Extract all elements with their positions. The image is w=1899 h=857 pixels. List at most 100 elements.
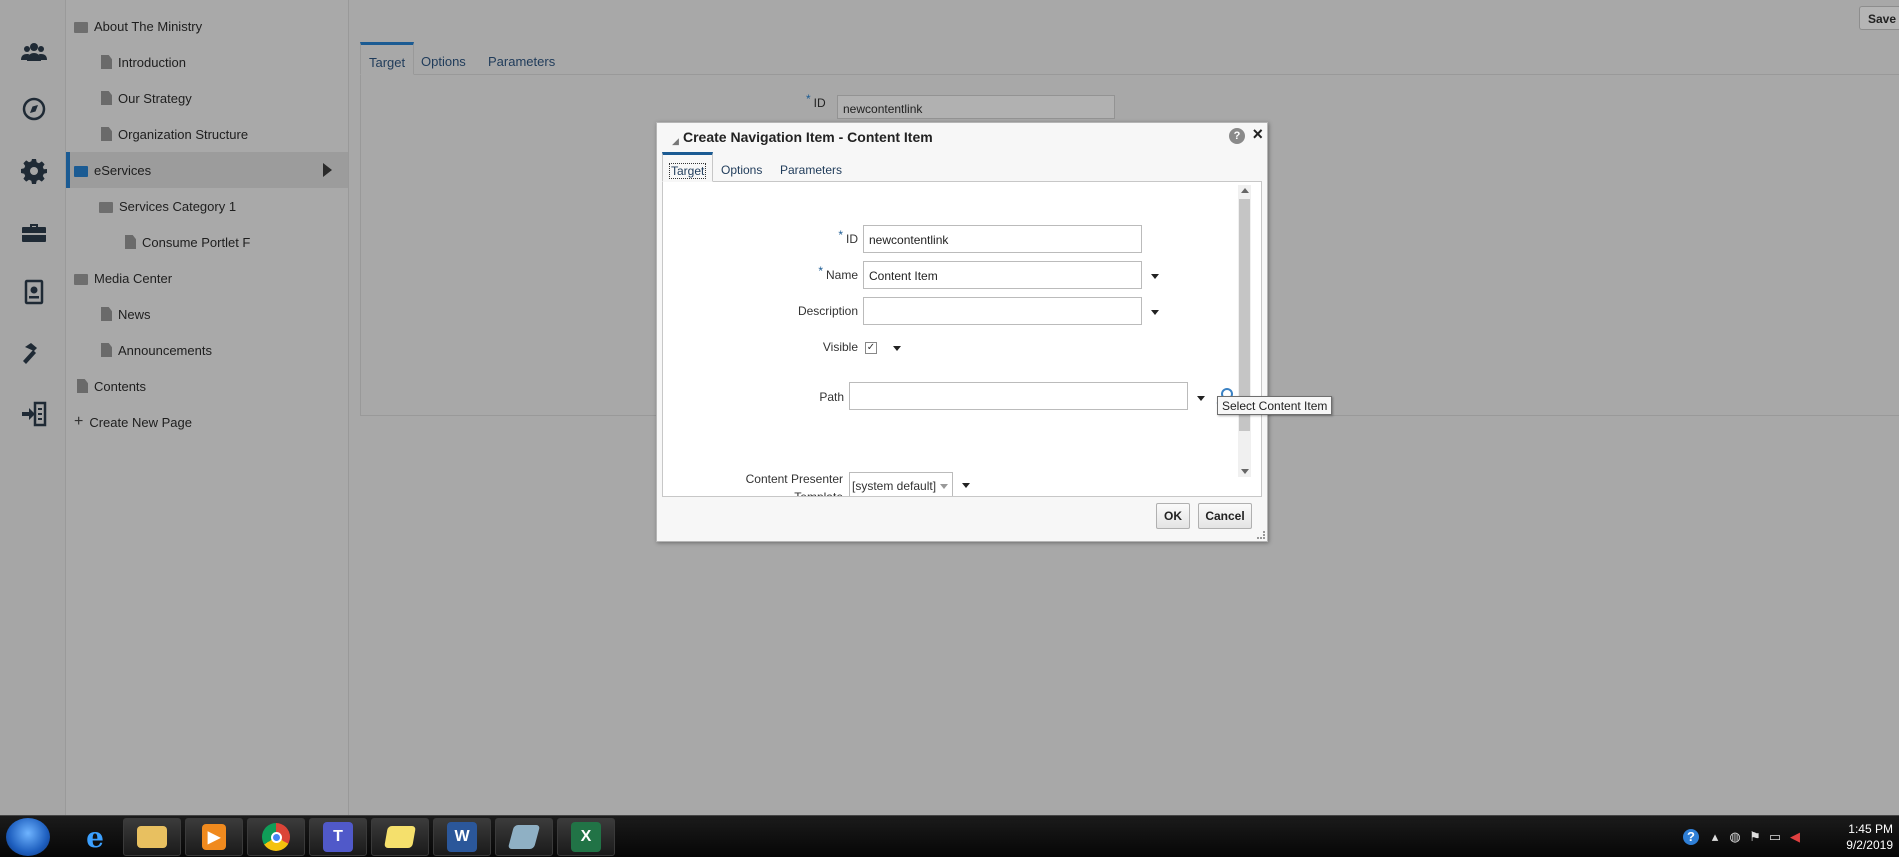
tree-item-eservices[interactable]: eServices xyxy=(66,152,348,188)
dialog-form: * ID newcontentlink * Name Content Item De… xyxy=(662,182,1262,497)
tree-item-label: Announcements xyxy=(118,342,212,358)
tree-item-about-the-ministry[interactable]: About The Ministry xyxy=(66,8,348,44)
content-presenter-template-label: Content Presenter Template xyxy=(745,472,843,497)
folder-icon xyxy=(74,165,88,177)
folder-icon xyxy=(99,201,113,213)
network-globe-icon[interactable]: ◍ xyxy=(1727,829,1743,845)
expand-arrow-icon[interactable] xyxy=(323,163,332,177)
id-label: * ID xyxy=(838,228,858,246)
scroll-down-icon[interactable] xyxy=(1241,469,1249,474)
tree-item-label: Our Strategy xyxy=(118,90,192,106)
name-field[interactable]: Content Item xyxy=(863,261,1142,289)
template-select[interactable]: [system default] xyxy=(849,472,953,496)
tree-item-our-strategy[interactable]: Our Strategy xyxy=(66,80,348,116)
path-options-dropdown-icon[interactable] xyxy=(1197,396,1205,401)
report-icon[interactable] xyxy=(20,278,48,306)
display-icon[interactable]: ▭ xyxy=(1767,829,1783,845)
help-tray-icon[interactable]: ? xyxy=(1683,829,1699,845)
file-explorer-icon[interactable] xyxy=(123,818,181,856)
resize-handle-icon[interactable] xyxy=(1257,531,1265,539)
gear-icon[interactable] xyxy=(20,157,48,185)
tree-item-announcements[interactable]: Announcements xyxy=(66,332,348,368)
system-tray: ? ▴ ◍ ⚑ ▭ ◀ 1:45 PM 9/2/2019 xyxy=(1669,816,1899,857)
tree-item-media-center[interactable]: Media Center xyxy=(66,260,348,296)
tree-item-news[interactable]: News xyxy=(66,296,348,332)
icon-rail xyxy=(0,0,66,815)
volume-muted-icon[interactable]: ◀ xyxy=(1787,829,1803,845)
name-label: * Name xyxy=(818,264,858,282)
excel-icon[interactable]: X xyxy=(557,818,615,856)
pen-tablet-icon[interactable] xyxy=(495,818,553,856)
page-icon xyxy=(101,127,112,141)
tree-item-introduction[interactable]: Introduction xyxy=(66,44,348,80)
path-field[interactable] xyxy=(849,382,1188,410)
dialog-tab-parameters[interactable]: Parameters xyxy=(774,152,848,182)
tree-item-organization-structure[interactable]: Organization Structure xyxy=(66,116,348,152)
hammer-icon[interactable] xyxy=(20,340,48,368)
scroll-up-icon[interactable] xyxy=(1241,188,1249,193)
tooltip: Select Content Item xyxy=(1217,396,1333,415)
tree-item-contents[interactable]: Contents xyxy=(66,368,348,404)
name-options-dropdown-icon[interactable] xyxy=(1151,274,1159,279)
word-icon[interactable]: W xyxy=(433,818,491,856)
dialog-tabs: Target Options Parameters xyxy=(662,152,1262,182)
tab-target[interactable]: Target xyxy=(360,42,415,75)
start-button[interactable] xyxy=(6,818,50,856)
people-icon[interactable] xyxy=(20,38,48,66)
compass-icon[interactable] xyxy=(20,95,48,123)
close-icon[interactable]: × xyxy=(1252,124,1263,144)
folder-icon xyxy=(74,21,88,33)
create-new-page-link[interactable]: + Create New Page xyxy=(66,404,348,440)
teams-icon[interactable]: T xyxy=(309,818,367,856)
show-hidden-icons-icon[interactable]: ▴ xyxy=(1707,829,1723,845)
save-button[interactable]: Save xyxy=(1859,6,1899,30)
id-field[interactable]: newcontentlink xyxy=(837,95,1115,119)
dialog-tab-target[interactable]: Target xyxy=(662,152,714,182)
path-label: Path xyxy=(819,390,844,404)
toolbox-icon[interactable] xyxy=(20,218,48,246)
tree-item-label: Introduction xyxy=(118,54,186,70)
template-options-dropdown-icon[interactable] xyxy=(962,483,970,488)
tab-options[interactable]: Options xyxy=(413,42,474,75)
description-label: Description xyxy=(797,304,858,318)
id-field[interactable]: newcontentlink xyxy=(863,225,1142,253)
drag-handle-icon[interactable]: ◢ xyxy=(672,136,679,147)
page-icon xyxy=(77,379,88,393)
cancel-button[interactable]: Cancel xyxy=(1198,503,1252,529)
dialog-tab-options[interactable]: Options xyxy=(715,152,768,182)
description-field[interactable] xyxy=(863,297,1142,325)
visible-options-dropdown-icon[interactable] xyxy=(893,346,901,351)
dialog-scrollbar[interactable] xyxy=(1238,185,1251,477)
ok-button[interactable]: OK xyxy=(1156,503,1190,529)
navigation-tree: About The Ministry Introduction Our Stra… xyxy=(66,0,349,815)
page-icon xyxy=(125,235,136,249)
folder-icon xyxy=(74,273,88,285)
tab-parameters[interactable]: Parameters xyxy=(480,42,563,75)
clock-date: 9/2/2019 xyxy=(1846,838,1893,852)
tree-item-label: Contents xyxy=(94,378,147,394)
clock[interactable]: 1:45 PM 9/2/2019 xyxy=(1846,821,1893,853)
plus-icon: + xyxy=(74,413,84,430)
clock-time: 1:45 PM xyxy=(1848,822,1893,836)
exit-panel-icon[interactable] xyxy=(20,400,48,428)
tree-item-label: About The Ministry xyxy=(94,18,203,34)
id-label: * ID xyxy=(806,92,826,110)
help-icon[interactable]: ? xyxy=(1229,128,1245,144)
action-center-flag-icon[interactable]: ⚑ xyxy=(1747,829,1763,845)
tree-item-label: Services Category 1 xyxy=(119,198,237,214)
sticky-notes-icon[interactable] xyxy=(371,818,429,856)
create-navigation-item-dialog: ◢ Create Navigation Item - Content Item … xyxy=(656,122,1268,542)
visible-checkbox[interactable]: ✓ xyxy=(865,342,877,354)
tree-item-services-category-1[interactable]: Services Category 1 xyxy=(66,188,348,224)
chevron-down-icon xyxy=(940,484,948,489)
tree-item-consume-portlet[interactable]: Consume Portlet F xyxy=(66,224,348,260)
chrome-icon[interactable] xyxy=(247,818,305,856)
tree-item-label: Consume Portlet F xyxy=(142,234,251,250)
page-icon xyxy=(101,343,112,357)
description-options-dropdown-icon[interactable] xyxy=(1151,310,1159,315)
media-player-icon[interactable]: ▶ xyxy=(185,818,243,856)
tree-item-label: eServices xyxy=(94,162,152,178)
page-icon xyxy=(101,91,112,105)
internet-explorer-icon[interactable]: e xyxy=(66,818,124,856)
tree-item-label: Organization Structure xyxy=(118,126,249,142)
